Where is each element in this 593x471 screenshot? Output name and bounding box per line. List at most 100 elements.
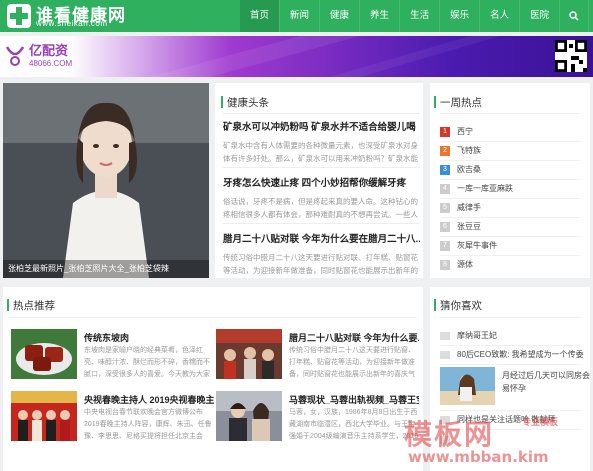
watermark-tag: 专业模板: [522, 417, 559, 427]
like-item[interactable]: 80后CEO致歉: 我希望成为一个传委: [440, 348, 584, 362]
recommend-item-excerpt: 东坡肉是家喻户晓的经典菜肴，色泽红亮、味醇汁浓、酥烂而形不碎，香糯而不腻口，深受…: [84, 347, 210, 378]
hero-image[interactable]: 张柏芝最新照片_张柏芝照片大全_张柏芝袋辣: [3, 83, 209, 278]
news-item[interactable]: 矿泉水可以冲奶粉吗 矿泉水并不适合给婴儿喝 矿泉水中含有人体需要的各种微量元素，…: [223, 119, 420, 165]
hot-item-label[interactable]: 张豆豆: [457, 221, 481, 232]
nav-item-health[interactable]: 健康: [319, 0, 359, 32]
news-excerpt: 俗话说，牙疼不是病，但是疼起来真的要人命。这种钻心的疼相信很多人都有体会，那种难…: [223, 197, 418, 219]
divider: [440, 113, 580, 114]
recommend-item-excerpt: 马蓉，女，汉族，1986年8月8日出生于西藏湖南市临澧区，西北大学毕业。与王宝强…: [289, 409, 419, 440]
hot-week-title: 一周热点: [434, 96, 482, 109]
hero-caption[interactable]: 张柏芝最新照片_张柏芝照片大全_张柏芝袋辣: [3, 260, 209, 278]
news-title[interactable]: 矿泉水可以冲奶粉吗 矿泉水并不适合给婴儿喝: [223, 119, 420, 133]
qr-code: [555, 40, 587, 72]
recommend-item-title[interactable]: 马蓉现状_马蓉出轨视频_马蓉王宝...: [289, 393, 419, 406]
logo-cross-icon: [7, 4, 31, 28]
news-item[interactable]: 牙疼怎么快速止疼 四个小妙招帮你缓解牙疼 俗话说，牙疼不是病，但是疼起来真的要人…: [223, 175, 420, 221]
logo-url: www.sheikan.com: [36, 19, 108, 28]
watermark: 模板网 专业模板 www.mbban.kim: [404, 413, 590, 468]
recommend-item-title[interactable]: 腊月二十八贴对联 今年为什么要...: [289, 331, 419, 344]
hot-rank-badge: 8: [440, 260, 450, 270]
divider: [440, 364, 580, 365]
divider: [223, 113, 420, 114]
like-thumbnail: [440, 367, 495, 405]
recommend-thumbnail: [216, 391, 282, 441]
recommend-item-excerpt: 中央电视台春节联欢晚会官方微博公布2019春晚主持人阵容，康辉、朱迅、任鲁豫、李…: [84, 409, 212, 440]
nav-item-life[interactable]: 生活: [399, 0, 439, 32]
hot-item[interactable]: 6 张豆豆: [440, 220, 580, 234]
news-title[interactable]: 腊月二十八贴对联 今年为什么要在腊月二十八...: [223, 231, 420, 245]
share-button[interactable]: [588, 0, 593, 32]
nav-item-entertainment[interactable]: 娱乐: [439, 0, 479, 32]
nav-item-celebrity[interactable]: 名人: [479, 0, 519, 32]
like-item-label[interactable]: 80后CEO致歉: 我希望成为一个传委: [457, 349, 587, 360]
divider: [440, 317, 580, 318]
divider: [440, 198, 580, 199]
recommend-panel: 热点推荐 传统东坡肉 东坡肉是家喻户晓的经典菜肴，色泽红亮、味醇汁浓、酥烂而形不…: [3, 287, 423, 471]
hot-rank-badge: 1: [440, 127, 450, 137]
hot-item[interactable]: 4 一库一库亚麻跌: [440, 182, 580, 196]
hot-item[interactable]: 1 西宁: [440, 125, 580, 139]
like-image-item-label[interactable]: 月经过后几天可以同房会易怀孕: [502, 369, 592, 395]
divider: [440, 160, 580, 161]
divider: [9, 317, 417, 318]
recommend-item[interactable]: 马蓉现状_马蓉出轨视频_马蓉王宝... 马蓉，女，汉族，1986年8月8日出生于…: [216, 391, 421, 445]
ad-banner[interactable]: 亿配资 48066.COM: [0, 36, 593, 77]
hot-item[interactable]: 5 威律手: [440, 201, 580, 215]
recommend-item-title[interactable]: 传统东坡肉: [84, 331, 214, 344]
hot-item-label[interactable]: 威律手: [457, 202, 481, 213]
divider: [440, 410, 580, 411]
search-button[interactable]: [559, 0, 588, 32]
hot-item[interactable]: 3 欧吉桑: [440, 163, 580, 177]
list-bullet: [440, 332, 450, 340]
recommend-item[interactable]: 传统东坡肉 东坡肉是家喻户晓的经典菜肴，色泽红亮、味醇汁浓、酥烂而形不碎，香糯而…: [11, 329, 216, 383]
recommend-item[interactable]: 腊月二十八贴对联 今年为什么要... 传统习俗中腊月二十八这天要进行贴窗、打年糕…: [216, 329, 421, 383]
site-header: 谁看健康网 www.sheikan.com 首页 新闻 健康 养生 生活 娱乐 …: [0, 0, 593, 32]
news-excerpt: 矿泉水中含有人体需要的各种微量元素，也深受矿泉水对身体有许多好处。那么，矿泉水可…: [223, 141, 418, 163]
like-image-item[interactable]: 月经过后几天可以同房会易怀孕: [440, 367, 590, 407]
recommend-item-excerpt: 传统习俗中腊月二十八这天要进行贴窗、打年糕、贴窗花等活动，为迎接新年做准备，同时…: [289, 347, 415, 378]
list-bullet: [440, 351, 450, 359]
hot-item[interactable]: 2 飞特族: [440, 144, 580, 158]
hot-item-label[interactable]: 源体: [457, 259, 473, 270]
hot-rank-badge: 2: [440, 146, 450, 156]
guess-like-title: 猜你喜欢: [434, 299, 482, 312]
divider: [440, 345, 580, 346]
like-item[interactable]: 摩纳哥王妃: [440, 329, 580, 343]
nav-item-hospital[interactable]: 医院: [519, 0, 559, 32]
hot-item-label[interactable]: 一库一库亚麻跌: [457, 183, 513, 194]
hero-portrait: [3, 83, 209, 278]
divider: [440, 236, 580, 237]
hot-rank-badge: 3: [440, 165, 450, 175]
recommend-thumbnail: [11, 391, 77, 441]
search-icon: [569, 11, 579, 21]
site-logo[interactable]: 谁看健康网 www.sheikan.com: [6, 1, 136, 31]
hot-item[interactable]: 8 源体: [440, 258, 580, 272]
watermark-url: www.mbban.kim: [408, 448, 549, 466]
hot-item-label[interactable]: 飞特族: [457, 145, 481, 156]
hot-week-panel: 一周热点 1 西宁 2 飞特族 3 欧吉桑 4 一库一库亚麻跌 5 威律手 6 …: [430, 83, 590, 278]
nav-item-home[interactable]: 首页: [240, 0, 280, 32]
news-excerpt: 传统习俗中腊月二十八这天要进行贴对联、打年糕、贴窗花等活动，为迎接新年做准备，同…: [223, 253, 418, 275]
news-item[interactable]: 腊月二十八贴对联 今年为什么要在腊月二十八... 传统习俗中腊月二十八这天要进行…: [223, 231, 420, 277]
health-news-title: 健康头条: [221, 96, 269, 109]
qr-code-icon: [555, 40, 587, 72]
watermark-text: 模板网: [404, 418, 495, 451]
hot-item-label[interactable]: 西宁: [457, 126, 473, 137]
recommend-item[interactable]: 央视春晚主持人 2019央视春晚主... 中央电视台春节联欢晚会官方微博公布20…: [11, 391, 216, 445]
divider: [223, 223, 420, 224]
like-item-label[interactable]: 摩纳哥王妃: [457, 330, 587, 341]
main-nav: 首页 新闻 健康 养生 生活 娱乐 名人 医院: [240, 0, 593, 32]
hot-item-label[interactable]: 灰犀牛事件: [457, 240, 497, 251]
recommend-item-title[interactable]: 央视春晚主持人 2019央视春晚主...: [84, 393, 214, 406]
news-title[interactable]: 牙疼怎么快速止疼 四个小妙招帮你缓解牙疼: [223, 175, 420, 189]
divider: [440, 255, 580, 256]
hot-rank-badge: 5: [440, 203, 450, 213]
divider: [440, 179, 580, 180]
nav-item-news[interactable]: 新闻: [279, 0, 319, 32]
nav-item-wellness[interactable]: 养生: [359, 0, 399, 32]
hot-item[interactable]: 7 灰犀牛事件: [440, 239, 580, 253]
divider: [223, 167, 420, 168]
hot-item-label[interactable]: 欧吉桑: [457, 164, 481, 175]
banner-decoration: [150, 36, 500, 77]
recommend-thumbnail: [216, 329, 282, 379]
